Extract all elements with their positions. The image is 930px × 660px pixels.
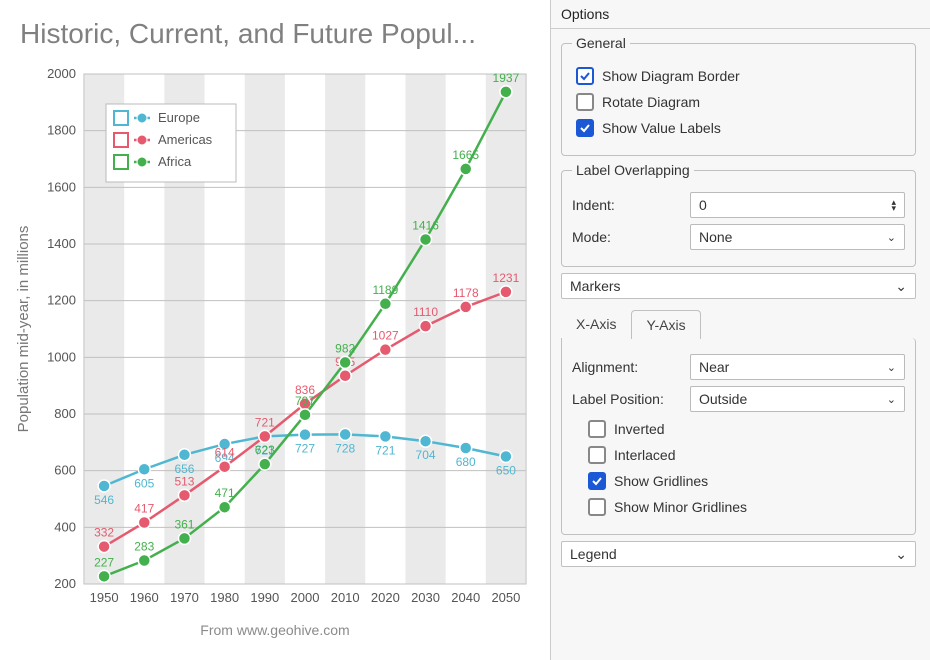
svg-text:1027: 1027 (372, 329, 399, 343)
svg-text:797: 797 (295, 394, 315, 408)
svg-text:Population mid-year, in millio: Population mid-year, in millions (15, 226, 32, 433)
line-chart: 200 400 600 800 1000 1200 1400 1600 1800 2000 1950… (10, 54, 540, 624)
svg-text:1665: 1665 (452, 148, 479, 162)
svg-text:2000: 2000 (291, 590, 320, 605)
chevron-down-icon: ⌄ (887, 393, 896, 406)
tab-y-axis[interactable]: Y-Axis (631, 310, 700, 339)
checkbox-icon (576, 119, 594, 137)
svg-text:1231: 1231 (493, 271, 520, 285)
markers-section-header[interactable]: Markers ⌄ (561, 273, 916, 299)
checkbox-icon (588, 498, 606, 516)
indent-spinner[interactable]: 0 ▴▾ (690, 192, 905, 218)
general-group: General Show Diagram Border Rotate Diagr… (561, 35, 916, 156)
svg-text:283: 283 (134, 539, 154, 553)
svg-text:1980: 1980 (210, 590, 239, 605)
svg-text:513: 513 (174, 474, 194, 488)
svg-text:800: 800 (54, 406, 76, 421)
svg-text:650: 650 (496, 464, 516, 478)
svg-text:1178: 1178 (453, 286, 479, 300)
alignment-select[interactable]: Near ⌄ (690, 354, 905, 380)
alignment-label: Alignment: (572, 359, 682, 375)
svg-text:2030: 2030 (411, 590, 440, 605)
svg-text:614: 614 (215, 446, 235, 460)
svg-text:Americas: Americas (158, 132, 213, 147)
svg-text:1970: 1970 (170, 590, 199, 605)
svg-text:1800: 1800 (47, 123, 76, 138)
svg-text:982: 982 (335, 341, 355, 355)
show-gridlines-checkbox[interactable]: Show Gridlines (588, 472, 905, 490)
show-minor-gridlines-checkbox[interactable]: Show Minor Gridlines (588, 498, 905, 516)
legend-section-header[interactable]: Legend ⌄ (561, 541, 916, 567)
label-position-label: Label Position: (572, 391, 682, 407)
checkbox-icon (588, 446, 606, 464)
svg-text:623: 623 (255, 443, 275, 457)
svg-text:546: 546 (94, 493, 114, 507)
checkbox-icon (576, 93, 594, 111)
svg-text:2040: 2040 (451, 590, 480, 605)
svg-text:471: 471 (215, 486, 235, 500)
chart-title: Historic, Current, and Future Popul... (20, 18, 540, 50)
svg-text:704: 704 (416, 448, 436, 462)
svg-text:332: 332 (94, 526, 114, 540)
svg-text:1950: 1950 (90, 590, 119, 605)
svg-text:227: 227 (94, 555, 114, 569)
svg-text:Africa: Africa (158, 154, 192, 169)
chart-credit: From www.geohive.com (10, 622, 540, 638)
svg-text:417: 417 (134, 502, 154, 516)
svg-text:200: 200 (54, 576, 76, 591)
svg-text:721: 721 (375, 443, 395, 457)
svg-text:400: 400 (54, 519, 76, 534)
show-value-labels-checkbox[interactable]: Show Value Labels (576, 119, 905, 137)
rotate-diagram-checkbox[interactable]: Rotate Diagram (576, 93, 905, 111)
label-overlapping-group: Label Overlapping Indent: 0 ▴▾ Mode: Non… (561, 162, 916, 267)
svg-text:1937: 1937 (493, 71, 520, 85)
general-legend: General (572, 35, 630, 51)
mode-select[interactable]: None ⌄ (690, 224, 905, 250)
svg-text:2050: 2050 (491, 590, 520, 605)
spinner-arrows-icon: ▴▾ (891, 199, 896, 211)
chevron-down-icon: ⌄ (887, 361, 896, 374)
svg-text:1189: 1189 (372, 283, 398, 297)
inverted-checkbox[interactable]: Inverted (588, 420, 905, 438)
interlaced-checkbox[interactable]: Interlaced (588, 446, 905, 464)
svg-text:728: 728 (335, 441, 355, 455)
chevron-down-icon: ⌄ (895, 546, 907, 563)
svg-text:721: 721 (255, 415, 275, 429)
svg-text:605: 605 (134, 476, 154, 490)
svg-text:361: 361 (174, 517, 194, 531)
svg-text:1200: 1200 (47, 293, 76, 308)
svg-text:1990: 1990 (250, 590, 279, 605)
svg-text:2020: 2020 (371, 590, 400, 605)
overlap-legend: Label Overlapping (572, 162, 694, 178)
chevron-down-icon: ⌄ (895, 278, 907, 295)
checkbox-icon (588, 420, 606, 438)
show-diagram-border-checkbox[interactable]: Show Diagram Border (576, 67, 905, 85)
tab-x-axis[interactable]: X-Axis (561, 309, 631, 338)
axis-options: Alignment: Near ⌄ Label Position: Outsid… (561, 338, 916, 535)
chart-pane: Historic, Current, and Future Popul... 2… (0, 0, 550, 660)
label-position-select[interactable]: Outside ⌄ (690, 386, 905, 412)
svg-text:1000: 1000 (47, 349, 76, 364)
svg-text:1600: 1600 (47, 179, 76, 194)
svg-text:727: 727 (295, 442, 315, 456)
svg-text:1416: 1416 (412, 218, 439, 232)
checkbox-icon (588, 472, 606, 490)
svg-text:2000: 2000 (47, 66, 76, 81)
svg-text:1110: 1110 (413, 305, 438, 319)
options-header: Options (551, 0, 930, 29)
svg-text:2010: 2010 (331, 590, 360, 605)
svg-text:600: 600 (54, 463, 76, 478)
axis-tabs: X-Axis Y-Axis (561, 309, 916, 338)
svg-text:1960: 1960 (130, 590, 159, 605)
svg-text:Europe: Europe (158, 110, 200, 125)
options-scroll[interactable]: General Show Diagram Border Rotate Diagr… (551, 29, 930, 660)
svg-text:1400: 1400 (47, 236, 76, 251)
indent-label: Indent: (572, 197, 682, 213)
mode-label: Mode: (572, 229, 682, 245)
checkbox-icon (576, 67, 594, 85)
options-panel: Options General Show Diagram Border Rota… (550, 0, 930, 660)
svg-text:680: 680 (456, 455, 476, 469)
chevron-down-icon: ⌄ (887, 231, 896, 244)
